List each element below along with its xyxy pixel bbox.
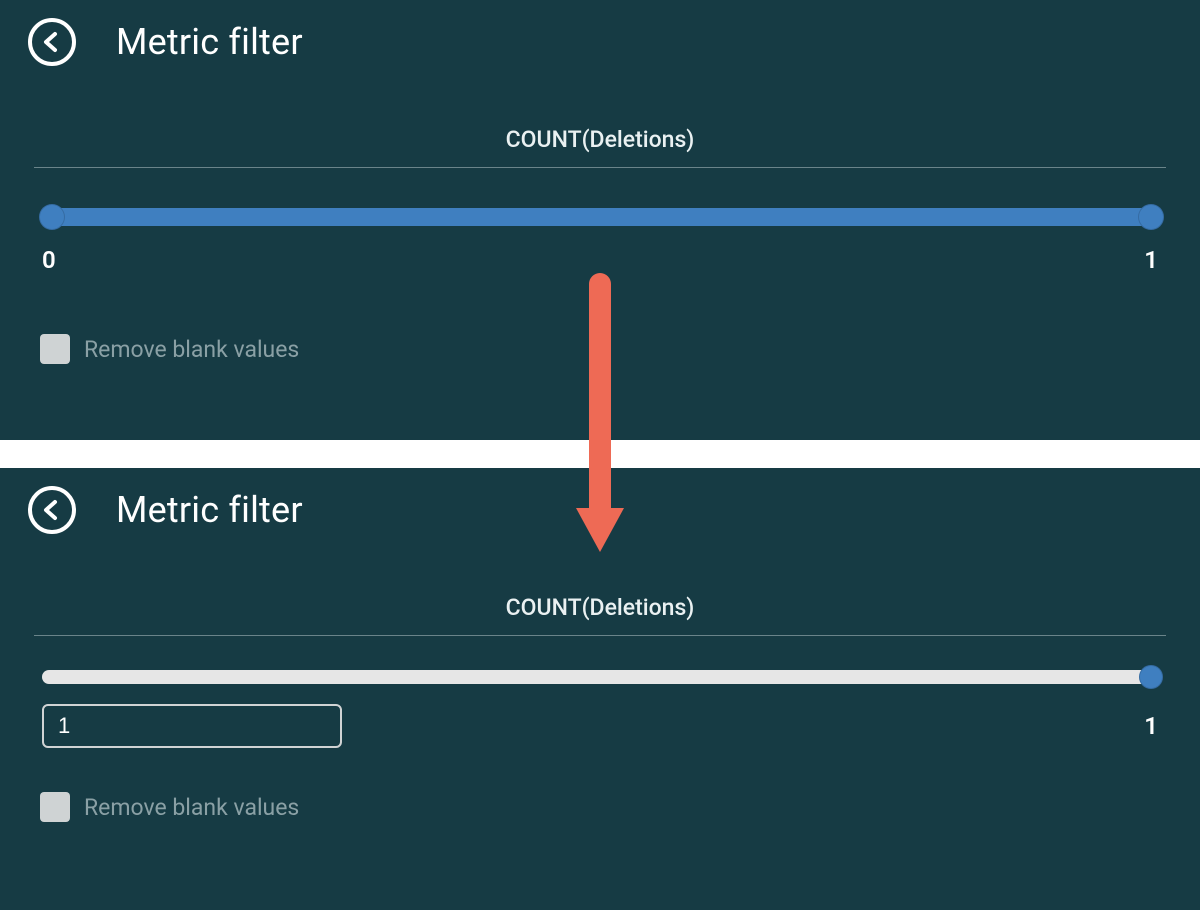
remove-blank-values-label: Remove blank values (84, 794, 299, 821)
slider-track (42, 670, 1158, 684)
metric-name: COUNT(Deletions) (32, 594, 1168, 635)
slider-handle-min[interactable] (39, 204, 65, 230)
remove-blank-values-checkbox[interactable] (40, 334, 70, 364)
slider-handle-max[interactable] (1138, 204, 1164, 230)
remove-blank-values-label: Remove blank values (84, 336, 299, 363)
slider-max-label: 1 (1144, 712, 1158, 740)
slider-fill (42, 208, 1158, 226)
remove-blank-values-checkbox[interactable] (40, 792, 70, 822)
page-title: Metric filter (116, 21, 303, 63)
arrow-left-icon (40, 30, 64, 54)
slider-max-label: 1 (1144, 246, 1158, 274)
panel-before: Metric filter COUNT(Deletions) 0 1 R (0, 0, 1200, 440)
slider-handle-max[interactable] (1139, 665, 1163, 689)
page-title: Metric filter (116, 489, 303, 531)
metric-name: COUNT(Deletions) (32, 126, 1168, 167)
panel-after: Metric filter COUNT(Deletions) 1 Remove … (0, 468, 1200, 910)
back-button[interactable] (28, 18, 76, 66)
range-slider[interactable] (42, 670, 1158, 684)
slider-min-input[interactable] (42, 704, 342, 748)
back-button[interactable] (28, 486, 76, 534)
divider (34, 167, 1166, 168)
range-slider[interactable] (42, 208, 1158, 226)
slider-min-label: 0 (42, 246, 56, 274)
arrow-left-icon (40, 498, 64, 522)
divider (34, 635, 1166, 636)
